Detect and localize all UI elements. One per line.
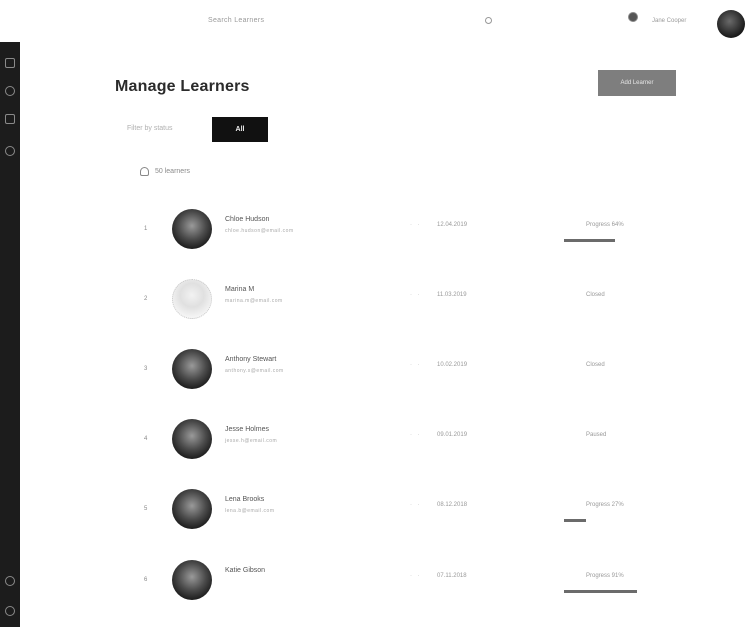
user-name[interactable]: Jane Cooper — [652, 18, 686, 24]
notification-icon[interactable] — [628, 12, 638, 22]
learner-date: 10.02.2019 — [437, 362, 468, 368]
progress-bar — [564, 590, 637, 593]
search-icon[interactable] — [485, 17, 492, 24]
learner-count: 50 learners — [140, 167, 190, 176]
avatar — [172, 209, 212, 249]
avatar — [172, 279, 212, 319]
learner-name[interactable]: Lena Brooks — [225, 496, 264, 503]
users-icon — [140, 167, 149, 176]
table-row[interactable]: 2 Marina M marina.m@email.com · · 11.03.… — [0, 276, 746, 326]
learner-email: jesse.h@email.com — [225, 438, 278, 444]
learner-email: anthony.s@email.com — [225, 368, 284, 374]
separator-dots: · · — [410, 222, 422, 228]
learner-date: 08.12.2018 — [437, 502, 468, 508]
top-bar: Search Learners Jane Cooper — [20, 0, 746, 42]
learner-status: Paused — [586, 432, 607, 438]
avatar — [172, 419, 212, 459]
add-learner-button[interactable]: Add Learner — [598, 70, 676, 96]
sidebar — [0, 42, 20, 627]
filter-label: Filter by status — [127, 125, 173, 132]
learner-status: Closed — [586, 362, 605, 368]
learner-email: marina.m@email.com — [225, 298, 283, 304]
learner-name[interactable]: Anthony Stewart — [225, 356, 276, 363]
learner-name[interactable]: Jesse Holmes — [225, 426, 269, 433]
separator-dots: · · — [410, 292, 422, 298]
row-number: 1 — [144, 226, 148, 232]
row-number: 6 — [144, 577, 148, 583]
learner-email: chloe.hudson@email.com — [225, 228, 294, 234]
table-row[interactable]: 4 Jesse Holmes jesse.h@email.com · · 09.… — [0, 416, 746, 466]
users-icon[interactable] — [5, 114, 15, 124]
learner-name[interactable]: Marina M — [225, 286, 254, 293]
learner-name[interactable]: Katie Gibson — [225, 567, 265, 574]
table-row[interactable]: 5 Lena Brooks lena.b@email.com · · 08.12… — [0, 486, 746, 536]
learner-status: Closed — [586, 292, 605, 298]
learner-count-text: 50 learners — [155, 168, 191, 175]
search-input[interactable]: Search Learners — [208, 17, 264, 24]
separator-dots: · · — [410, 362, 422, 368]
row-number: 2 — [144, 296, 148, 302]
grid-icon[interactable] — [5, 58, 15, 68]
learner-date: 09.01.2019 — [437, 432, 468, 438]
table-row[interactable]: 3 Anthony Stewart anthony.s@email.com · … — [0, 346, 746, 396]
learner-date: 11.03.2019 — [437, 292, 467, 298]
learner-email: lena.b@email.com — [225, 508, 275, 514]
row-number: 5 — [144, 506, 148, 512]
row-number: 3 — [144, 366, 148, 372]
logout-icon[interactable] — [5, 606, 15, 616]
learner-name[interactable]: Chloe Hudson — [225, 216, 269, 223]
separator-dots: · · — [410, 432, 422, 438]
separator-dots: · · — [410, 573, 422, 579]
progress-bar — [564, 239, 615, 242]
page-title: Manage Learners — [115, 78, 250, 95]
learner-status: Progress 91% — [586, 573, 624, 579]
learner-date: 07.11.2018 — [437, 573, 467, 579]
learner-status: Progress 27% — [586, 502, 624, 508]
avatar — [172, 349, 212, 389]
progress-bar — [564, 519, 586, 522]
avatar[interactable] — [717, 10, 745, 38]
learner-status: Progress 64% — [586, 222, 624, 228]
avatar — [172, 560, 212, 600]
table-row[interactable]: 6 Katie Gibson · · 07.11.2018 Progress 9… — [0, 557, 746, 607]
settings-icon[interactable] — [5, 146, 15, 156]
avatar — [172, 489, 212, 529]
globe-icon[interactable] — [5, 86, 15, 96]
row-number: 4 — [144, 436, 148, 442]
table-row[interactable]: 1 Chloe Hudson chloe.hudson@email.com · … — [0, 206, 746, 256]
filter-all-button[interactable]: All — [212, 117, 268, 142]
learner-date: 12.04.2019 — [437, 222, 468, 228]
separator-dots: · · — [410, 502, 422, 508]
